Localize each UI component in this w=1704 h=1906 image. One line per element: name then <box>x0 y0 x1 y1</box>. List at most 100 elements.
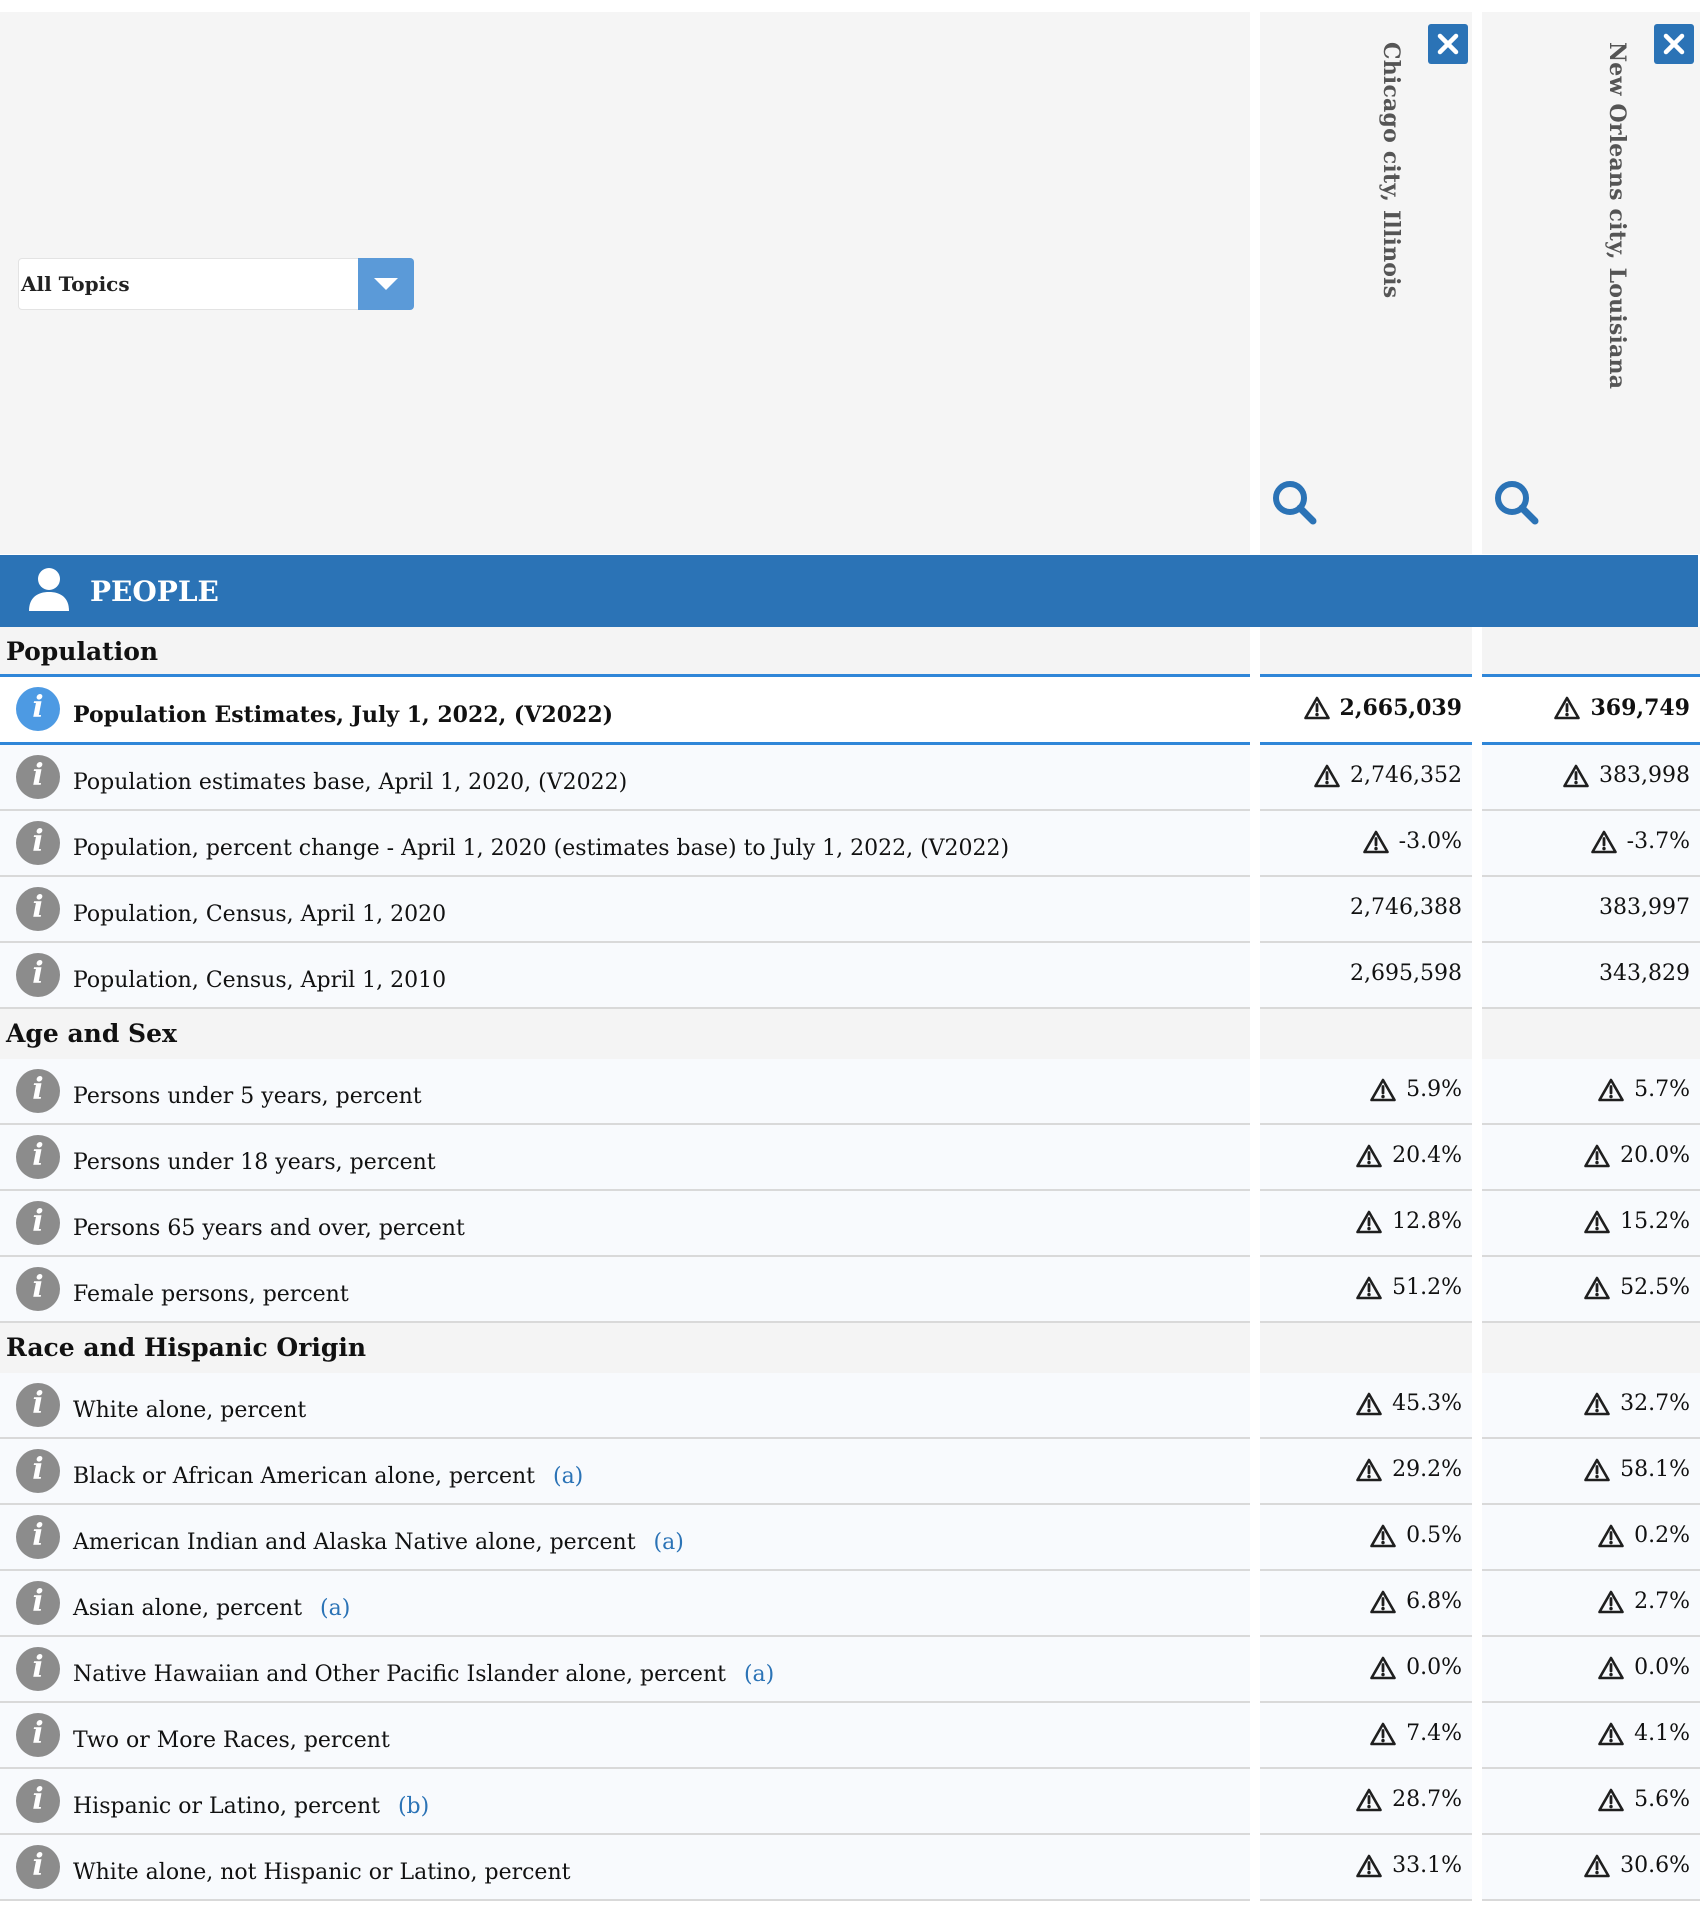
table-row[interactable]: i American Indian and Alaska Native alone… <box>0 1505 1700 1571</box>
value-cell-new-orleans: 32.7% <box>1482 1373 1700 1439</box>
table-row[interactable]: i Population, Census, April 1, 2020 2,746,… <box>0 877 1700 943</box>
table-row[interactable]: i Population Estimates, July 1, 2022, (V2… <box>0 677 1700 745</box>
table-row[interactable]: i Black or African American alone, percen… <box>0 1439 1700 1505</box>
row-value: -3.7% <box>1590 829 1690 854</box>
people-category-bar[interactable]: PEOPLE <box>0 555 1698 627</box>
warning-icon[interactable] <box>1598 1524 1624 1548</box>
chevron-down-icon[interactable] <box>358 258 414 310</box>
row-label-cell: i Two or More Races, percent <box>0 1703 1250 1769</box>
value-cell-new-orleans: 15.2% <box>1482 1191 1700 1257</box>
info-icon[interactable]: i <box>16 887 60 931</box>
warning-icon[interactable] <box>1356 1210 1382 1234</box>
info-icon[interactable]: i <box>16 755 60 799</box>
close-icon[interactable] <box>1428 24 1468 64</box>
footnote-link[interactable]: (a) <box>553 1464 583 1489</box>
warning-icon[interactable] <box>1370 1656 1396 1680</box>
info-icon[interactable]: i <box>16 1515 60 1559</box>
warning-icon[interactable] <box>1584 1144 1610 1168</box>
top-strip <box>0 0 1704 12</box>
value-cell-chicago: 2,695,598 <box>1260 943 1472 1009</box>
info-icon[interactable]: i <box>16 1779 60 1823</box>
warning-icon[interactable] <box>1314 764 1340 788</box>
info-icon[interactable]: i <box>16 953 60 997</box>
info-icon[interactable]: i <box>16 1267 60 1311</box>
info-icon[interactable]: i <box>16 1201 60 1245</box>
info-icon[interactable]: i <box>16 1647 60 1691</box>
search-icon[interactable] <box>1270 478 1320 528</box>
table-row[interactable]: i Population, Census, April 1, 2010 2,695,… <box>0 943 1700 1009</box>
row-label-cell: i Native Hawaiian and Other Pacific Islan… <box>0 1637 1250 1703</box>
warning-icon[interactable] <box>1598 1722 1624 1746</box>
info-icon[interactable]: i <box>16 1069 60 1113</box>
warning-icon[interactable] <box>1356 1276 1382 1300</box>
info-icon[interactable]: i <box>16 1845 60 1889</box>
info-icon[interactable]: i <box>16 1135 60 1179</box>
table-row[interactable]: i Native Hawaiian and Other Pacific Islan… <box>0 1637 1700 1703</box>
warning-icon[interactable] <box>1370 1524 1396 1548</box>
table-row[interactable]: i Asian alone, percent (a) 6.8% 2.7% <box>0 1571 1700 1637</box>
table-row[interactable]: i Female persons, percent 51.2% 52.5% <box>0 1257 1700 1323</box>
warning-icon[interactable] <box>1584 1276 1610 1300</box>
table-row[interactable]: i Population, percent change - April 1, 2… <box>0 811 1700 877</box>
footnote-link[interactable]: (a) <box>320 1596 350 1621</box>
warning-icon[interactable] <box>1303 696 1330 720</box>
warning-icon[interactable] <box>1598 1656 1624 1680</box>
warning-icon[interactable] <box>1370 1722 1396 1746</box>
warning-icon[interactable] <box>1554 696 1581 720</box>
warning-icon[interactable] <box>1584 1210 1610 1234</box>
table-row[interactable]: i Persons under 18 years, percent 20.4% 20.… <box>0 1125 1700 1191</box>
table-row[interactable]: i White alone, not Hispanic or Latino, pe… <box>0 1835 1700 1901</box>
value-cell-new-orleans: 0.2% <box>1482 1505 1700 1571</box>
warning-icon[interactable] <box>1356 1144 1382 1168</box>
warning-icon[interactable] <box>1598 1078 1624 1102</box>
people-label: PEOPLE <box>90 575 219 608</box>
search-icon[interactable] <box>1492 478 1542 528</box>
row-label-cell: i Population Estimates, July 1, 2022, (V2… <box>0 677 1250 745</box>
warning-icon[interactable] <box>1598 1590 1624 1614</box>
row-label: Population, Census, April 1, 2020 <box>73 902 447 927</box>
row-value: 5.9% <box>1370 1077 1462 1102</box>
info-icon[interactable]: i <box>16 821 60 865</box>
warning-icon[interactable] <box>1370 1078 1396 1102</box>
info-icon[interactable]: i <box>16 1581 60 1625</box>
topic-select-value: All Topics <box>21 272 130 296</box>
warning-icon[interactable] <box>1584 1392 1610 1416</box>
value-cell-new-orleans: 4.1% <box>1482 1703 1700 1769</box>
topic-select[interactable]: All Topics <box>18 258 414 310</box>
row-label: Native Hawaiian and Other Pacific Island… <box>73 1662 775 1687</box>
section-value-cell <box>1260 1009 1472 1059</box>
info-icon[interactable]: i <box>16 1383 60 1427</box>
footnote-link[interactable]: (a) <box>744 1662 774 1687</box>
table-row[interactable]: i White alone, percent 45.3% 32.7% <box>0 1373 1700 1439</box>
info-icon[interactable]: i <box>16 1713 60 1757</box>
warning-icon[interactable] <box>1584 1458 1610 1482</box>
warning-icon[interactable] <box>1356 1392 1382 1416</box>
info-icon[interactable]: i <box>16 687 60 731</box>
table-row[interactable]: i Population estimates base, April 1, 202… <box>0 745 1700 811</box>
table-row[interactable]: i Two or More Races, percent 7.4% 4.1% <box>0 1703 1700 1769</box>
row-label: American Indian and Alaska Native alone,… <box>73 1530 684 1555</box>
footnote-link[interactable]: (b) <box>398 1794 429 1819</box>
info-icon[interactable]: i <box>16 1449 60 1493</box>
warning-icon[interactable] <box>1584 1854 1610 1878</box>
row-value: 52.5% <box>1584 1275 1690 1300</box>
value-cell-new-orleans: 369,749 <box>1482 677 1700 745</box>
warning-icon[interactable] <box>1356 1854 1382 1878</box>
row-value: 58.1% <box>1584 1457 1690 1482</box>
close-icon[interactable] <box>1654 24 1694 64</box>
table-row[interactable]: i Hispanic or Latino, percent (b) 28.7% 5.6% <box>0 1769 1700 1835</box>
warning-icon[interactable] <box>1356 1458 1382 1482</box>
warning-icon[interactable] <box>1598 1788 1624 1812</box>
row-value: 12.8% <box>1356 1209 1462 1234</box>
warning-icon[interactable] <box>1590 830 1617 854</box>
table-row[interactable]: i Persons 65 years and over, percent 12.8%… <box>0 1191 1700 1257</box>
table-row[interactable]: i Persons under 5 years, percent 5.9% 5.7% <box>0 1059 1700 1125</box>
warning-icon[interactable] <box>1370 1590 1396 1614</box>
warning-icon[interactable] <box>1356 1788 1382 1812</box>
footnote-link[interactable]: (a) <box>654 1530 684 1555</box>
value-cell-new-orleans: 0.0% <box>1482 1637 1700 1703</box>
warning-icon[interactable] <box>1563 764 1589 788</box>
value-cell-chicago: -3.0% <box>1260 811 1472 877</box>
row-value: 15.2% <box>1584 1209 1690 1234</box>
warning-icon[interactable] <box>1362 830 1389 854</box>
